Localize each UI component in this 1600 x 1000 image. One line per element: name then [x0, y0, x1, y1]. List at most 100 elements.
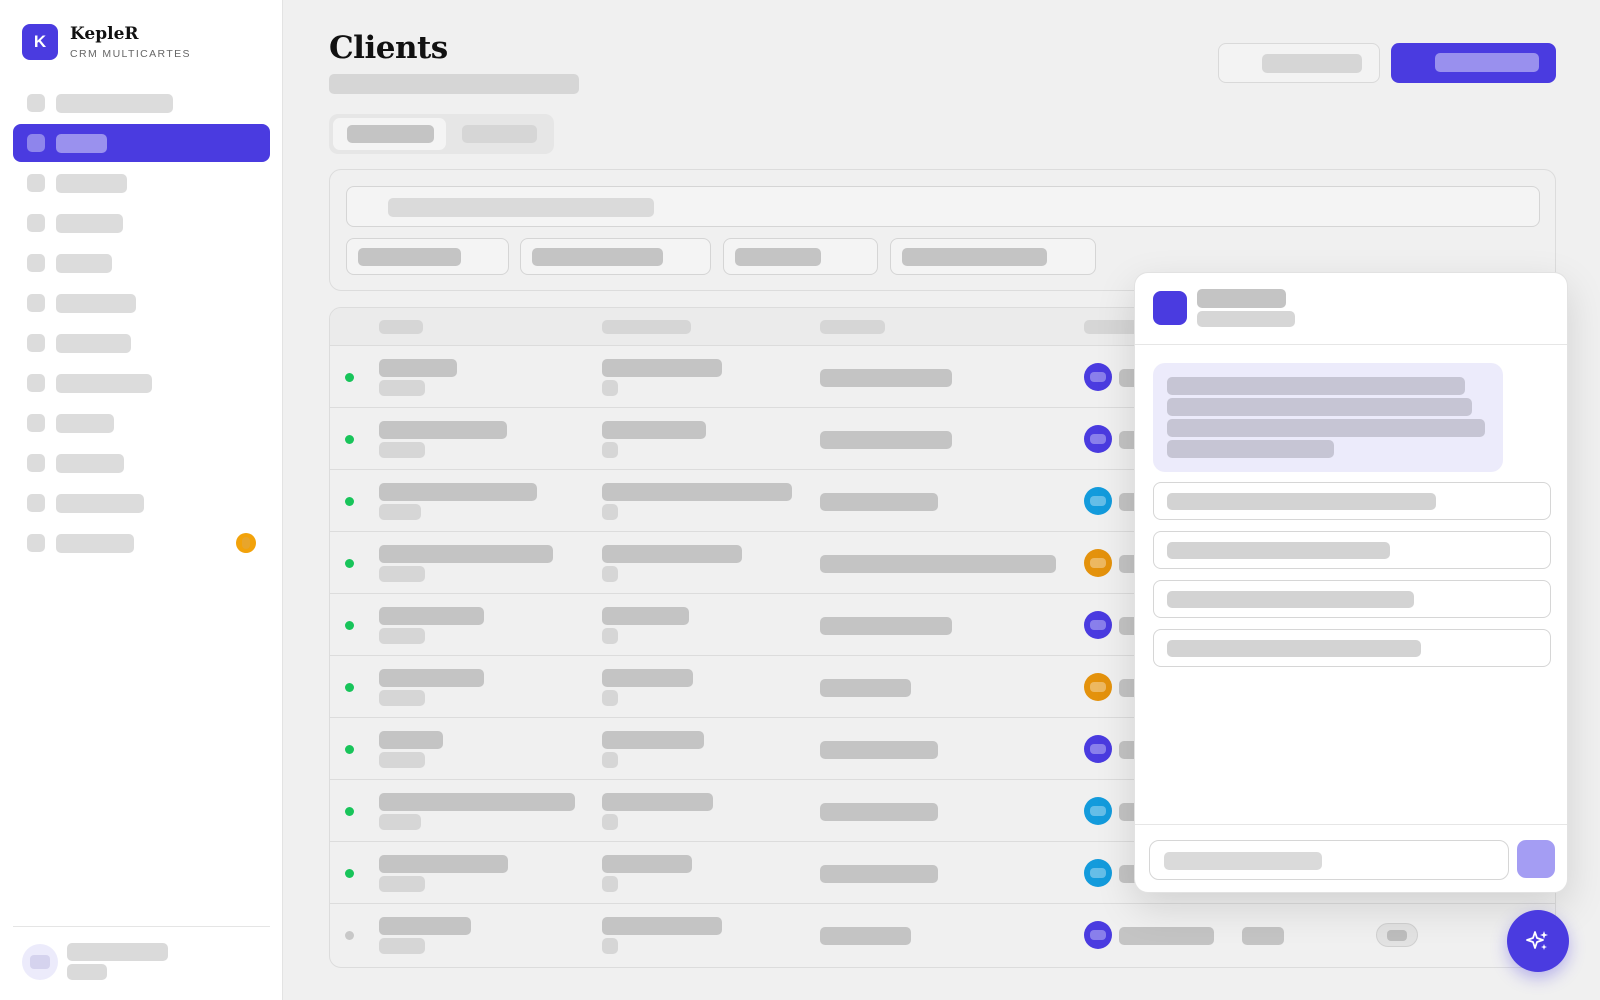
sidebar-item[interactable]	[13, 404, 270, 442]
sidebar-item-label	[56, 533, 134, 553]
secondary-action-button[interactable]	[1218, 43, 1380, 83]
sidebar-item-icon	[27, 334, 45, 352]
filter-select[interactable]	[520, 238, 711, 275]
client-email	[820, 431, 952, 449]
client-meta	[379, 504, 421, 520]
sidebar-item[interactable]	[13, 164, 270, 202]
avatar	[1084, 859, 1112, 887]
primary-action-button[interactable]	[1391, 43, 1556, 83]
sidebar-item[interactable]	[13, 484, 270, 522]
assistant-header	[1135, 273, 1567, 345]
status-dot	[345, 745, 354, 754]
sidebar-item-icon	[27, 134, 45, 152]
sidebar-item-icon	[27, 374, 45, 392]
tab-active[interactable]	[333, 118, 446, 150]
client-company	[602, 669, 693, 687]
client-email	[820, 493, 938, 511]
sidebar-nav	[13, 84, 270, 564]
status-dot	[345, 683, 354, 692]
assignee-name	[1119, 927, 1214, 945]
sidebar-item[interactable]	[13, 84, 270, 122]
table-row[interactable]	[330, 904, 1555, 966]
assistant-panel	[1134, 272, 1568, 893]
user-role	[67, 964, 107, 980]
client-company	[602, 917, 722, 935]
avatar	[1084, 611, 1112, 639]
sidebar-item[interactable]	[13, 364, 270, 402]
sidebar-item[interactable]	[13, 204, 270, 242]
status-dot	[345, 807, 354, 816]
filter-label	[735, 248, 821, 266]
client-email	[820, 741, 938, 759]
chat-input[interactable]	[1149, 840, 1509, 880]
filter-select[interactable]	[890, 238, 1096, 275]
status-dot	[345, 373, 354, 382]
filter-label	[902, 248, 1047, 266]
user-name	[67, 943, 168, 961]
avatar	[1084, 425, 1112, 453]
client-email	[820, 369, 952, 387]
client-meta	[379, 814, 421, 830]
sidebar-item-label	[56, 253, 112, 273]
sidebar-item[interactable]	[13, 284, 270, 322]
brand[interactable]: K KepleR CRM MULTICARTES	[22, 24, 191, 60]
status-badge	[1376, 923, 1418, 947]
avatar	[1084, 673, 1112, 701]
column-header[interactable]	[379, 320, 423, 334]
client-company-meta	[602, 876, 618, 892]
avatar	[1084, 921, 1112, 949]
primary-button-label	[1435, 53, 1539, 72]
user-profile[interactable]	[22, 943, 168, 980]
suggestion-button[interactable]	[1153, 580, 1551, 618]
sidebar-item-icon	[27, 254, 45, 272]
sidebar-item[interactable]	[13, 444, 270, 482]
send-button[interactable]	[1517, 840, 1555, 878]
client-name	[379, 917, 471, 935]
status-dot	[345, 931, 354, 940]
column-header[interactable]	[602, 320, 691, 334]
suggestion-button[interactable]	[1153, 629, 1551, 667]
client-company-meta	[602, 566, 618, 582]
sidebar-item-label	[56, 293, 136, 313]
sidebar-item-icon	[27, 414, 45, 432]
client-meta	[379, 628, 425, 644]
client-name	[379, 793, 575, 811]
client-meta	[379, 752, 425, 768]
client-name	[379, 607, 484, 625]
client-name	[379, 421, 507, 439]
client-meta	[379, 442, 425, 458]
sidebar-item-icon	[27, 294, 45, 312]
client-company-meta	[602, 690, 618, 706]
assistant-name	[1197, 289, 1286, 308]
client-name	[379, 359, 457, 377]
client-company	[602, 607, 689, 625]
search-input[interactable]	[346, 186, 1540, 227]
sidebar-item-icon	[27, 214, 45, 232]
client-company-meta	[602, 752, 618, 768]
suggestion-button[interactable]	[1153, 482, 1551, 520]
suggestion-button[interactable]	[1153, 531, 1551, 569]
sidebar-item-label	[56, 133, 107, 153]
sidebar-item[interactable]	[13, 244, 270, 282]
sidebar-item-active[interactable]	[13, 124, 270, 162]
avatar	[22, 943, 58, 980]
tab[interactable]	[459, 118, 549, 150]
assistant-fab-button[interactable]	[1507, 910, 1569, 972]
column-header[interactable]	[820, 320, 885, 334]
sidebar-item-label	[56, 213, 123, 233]
client-company-meta	[602, 938, 618, 954]
client-meta	[379, 566, 425, 582]
client-company-meta	[602, 442, 618, 458]
sidebar-item[interactable]	[13, 324, 270, 362]
assistant-status	[1197, 311, 1295, 327]
filter-label	[532, 248, 663, 266]
sidebar-divider	[13, 926, 270, 927]
view-tabs	[329, 114, 554, 154]
sidebar-item-icon	[27, 174, 45, 192]
filter-select[interactable]	[346, 238, 509, 275]
filter-select[interactable]	[723, 238, 878, 275]
sidebar-item-label	[56, 493, 144, 513]
sidebar-item[interactable]	[13, 524, 270, 562]
client-name	[379, 483, 537, 501]
client-meta	[379, 380, 425, 396]
